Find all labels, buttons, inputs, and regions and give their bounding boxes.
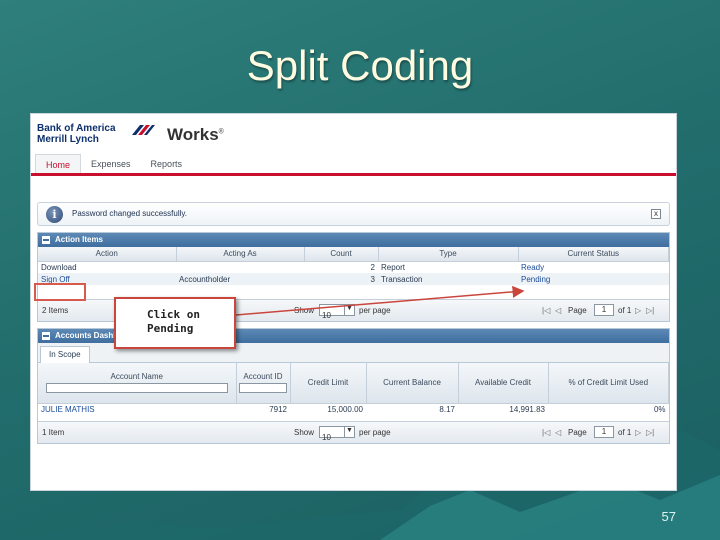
bank-logo: Bank of America Merrill Lynch [37,123,155,145]
acting-as-cell [176,261,304,273]
nav-tab-reports[interactable]: Reports [141,154,193,173]
column-header[interactable]: Current Balance [366,363,459,404]
column-header[interactable]: Type [378,247,519,262]
nav-tab-home[interactable]: Home [35,154,82,173]
per-page-label: per page [359,428,391,437]
collapse-icon[interactable] [42,332,50,340]
acting-as-cell: Accountholder [179,274,231,284]
flag-logo-icon [132,125,155,135]
available-credit-cell: 14,991.83 [509,404,545,414]
table-row: Sign Off Accountholder 3 Transaction Pen… [38,273,669,285]
status-link-ready[interactable]: Ready [518,261,669,273]
column-header: Account Name [38,363,237,404]
action-cell: Download [41,262,77,272]
tab-in-scope[interactable]: In Scope [40,346,90,363]
callout-box: Click on Pending [114,297,236,349]
action-items-table: Action Acting As Count Type Current Stat… [38,247,669,299]
next-page-icon[interactable]: ▷ [635,306,641,315]
per-page-label: per page [359,306,391,315]
pct-used-cell: 0% [653,404,666,414]
page-of-label: of 1 [618,306,632,315]
account-name-link[interactable]: JULIE MATHIS [38,403,236,415]
show-label: Show [294,306,315,315]
last-page-icon[interactable]: ▷| [646,428,654,437]
table-row: Download 2 Report Ready [38,261,669,273]
page-label: Page [568,428,587,437]
column-header[interactable]: % of Credit Limit Used [548,363,669,404]
prev-page-icon[interactable]: ◁ [555,428,561,437]
per-page-select[interactable]: 10 ▼ [319,304,355,320]
info-icon: i [46,206,63,223]
last-page-icon[interactable]: ▷| [646,306,654,315]
slide-title: Split Coding [246,42,474,89]
column-header[interactable]: Acting As [176,247,305,262]
type-cell: Report [381,262,406,272]
app-screenshot: Bank of America Merrill Lynch Works® Hom… [30,113,677,491]
count-cell: 3 [370,274,375,284]
first-page-icon[interactable]: |◁ [542,428,550,437]
per-page-select[interactable]: 10 ▼ [319,426,355,442]
chevron-down-icon: ▼ [344,427,354,437]
page-number-input[interactable]: 1 [594,426,614,438]
table-row: JULIE MATHIS 7912 15,000.00 8.17 14,991.… [38,403,669,415]
nav-tab-expenses[interactable]: Expenses [81,154,141,173]
column-header[interactable]: Available Credit [458,363,549,404]
highlight-box [34,283,86,301]
current-balance-cell: 8.17 [439,404,455,414]
type-cell: Transaction [381,274,423,284]
column-header[interactable]: Current Status [518,247,669,262]
page-label: Page [568,306,587,315]
page-of-label: of 1 [618,428,632,437]
column-header[interactable]: Credit Limit [290,363,367,404]
item-count: 2 Items [42,306,69,315]
accounts-table: Account Name Account ID Credit Limit Cur… [38,363,669,421]
column-header[interactable]: Count [304,247,379,262]
app-header: Bank of America Merrill Lynch Works® [31,114,676,154]
column-header[interactable]: Action [38,247,177,262]
alert-banner: i Password changed successfully. x [37,202,670,226]
page-number: 57 [661,509,676,524]
alert-message: Password changed successfully. [72,209,188,218]
product-logo: Works® [167,125,224,144]
show-label: Show [294,428,315,437]
action-items-header[interactable]: Action Items [38,233,669,247]
account-id-cell: 7912 [269,404,287,414]
prev-page-icon[interactable]: ◁ [555,306,561,315]
accounts-pager: 1 Item Show 10 ▼ per page |◁ ◁ Page 1 of… [38,421,669,443]
chevron-down-icon: ▼ [344,305,354,315]
status-link-pending[interactable]: Pending [518,273,669,285]
count-cell: 2 [370,262,375,272]
account-id-filter[interactable] [238,382,288,393]
credit-limit-cell: 15,000.00 [327,404,363,414]
main-nav: Home Expenses Reports [31,154,676,176]
account-name-filter[interactable] [45,382,228,393]
item-count: 1 Item [42,428,65,437]
first-page-icon[interactable]: |◁ [542,306,550,315]
close-icon[interactable]: x [651,209,661,219]
next-page-icon[interactable]: ▷ [635,428,641,437]
column-header: Account ID [236,363,291,404]
page-number-input[interactable]: 1 [594,304,614,316]
collapse-icon[interactable] [42,236,50,244]
